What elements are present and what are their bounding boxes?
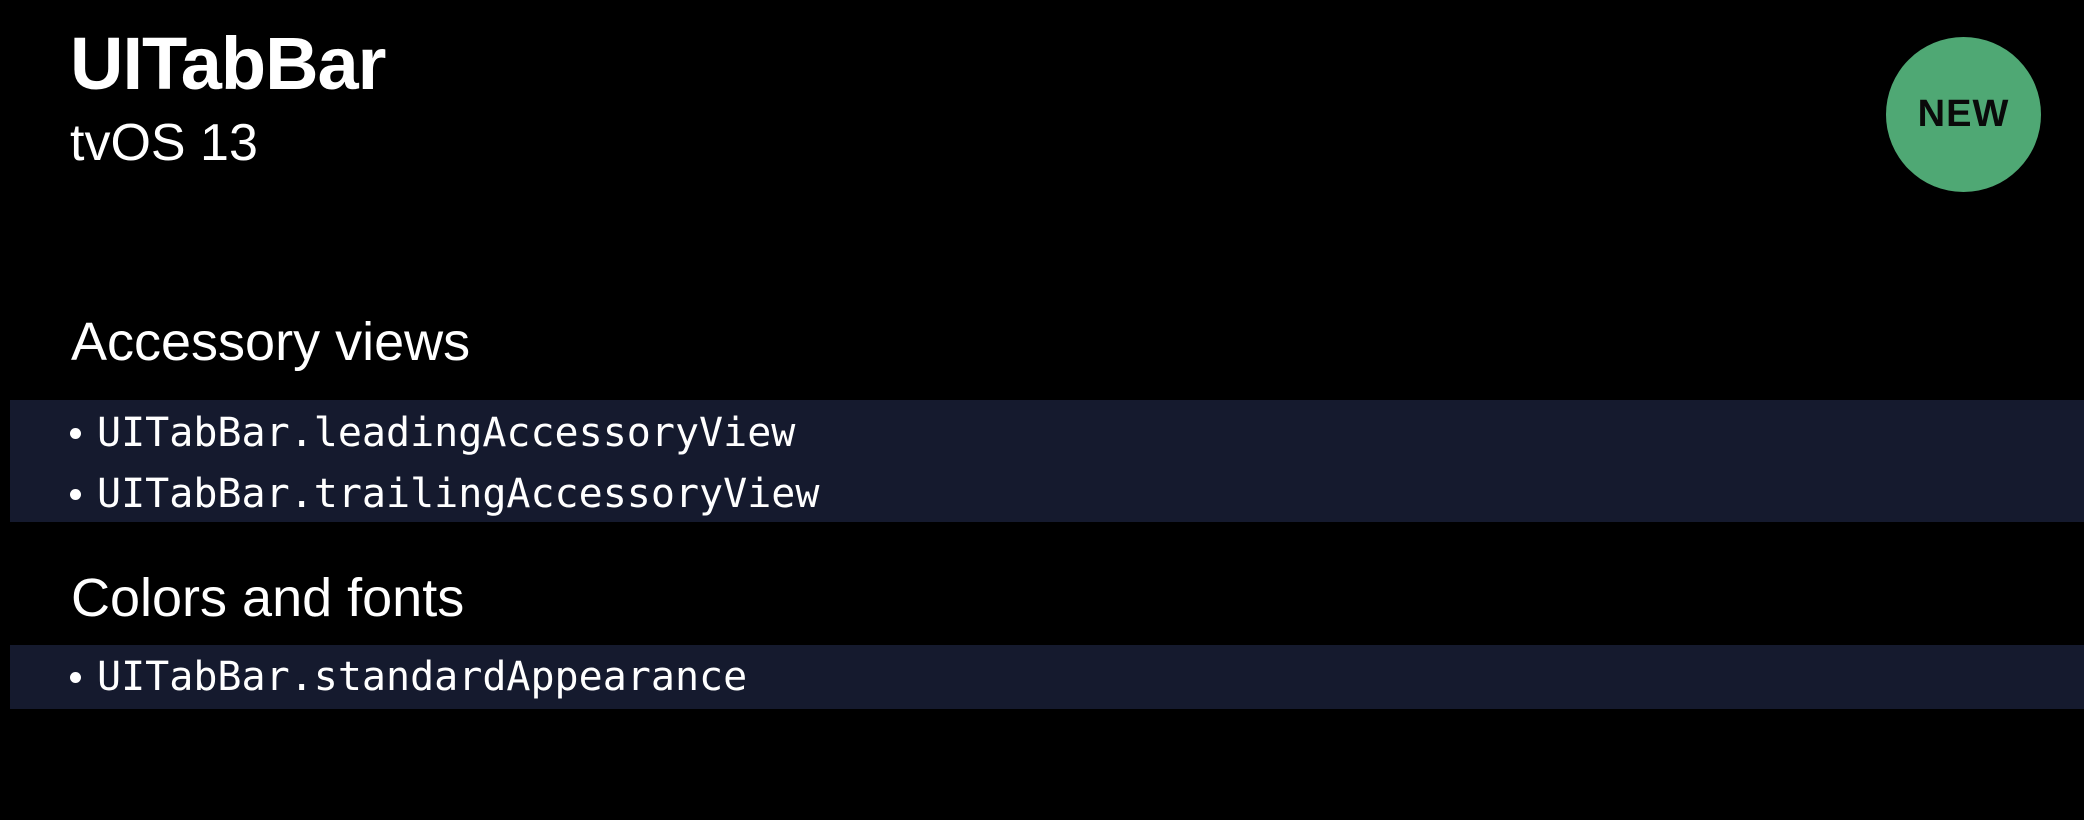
bullet-icon (70, 488, 81, 500)
platform-subtitle: tvOS 13 (70, 114, 258, 172)
code-item-text: UITabBar.trailingAccessoryView (97, 471, 820, 517)
code-item: UITabBar.leadingAccessoryView (70, 403, 795, 463)
bullet-icon (70, 427, 81, 439)
new-badge: NEW (1886, 37, 2041, 192)
code-block-accessory-views: UITabBar.leadingAccessoryView UITabBar.t… (10, 400, 2084, 522)
code-item-text: UITabBar.standardAppearance (97, 654, 748, 700)
code-item-text: UITabBar.leadingAccessoryView (97, 410, 796, 456)
code-item: UITabBar.standardAppearance (70, 647, 747, 707)
code-item: UITabBar.trailingAccessoryView (70, 464, 819, 524)
section-heading-colors-and-fonts: Colors and fonts (71, 568, 465, 628)
code-block-colors-and-fonts: UITabBar.standardAppearance (10, 645, 2084, 709)
page-title: UITabBar (70, 22, 386, 105)
bullet-icon (70, 671, 81, 683)
section-heading-accessory-views: Accessory views (71, 312, 471, 372)
